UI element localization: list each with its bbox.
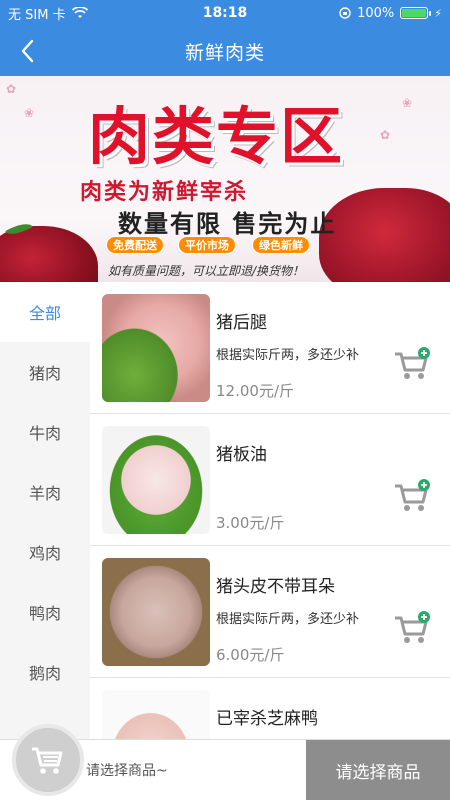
- sidebar-item-all[interactable]: 全部: [0, 282, 90, 342]
- petal-decoration-icon: ✿: [380, 128, 391, 142]
- bottom-bar: 请选择商品~ 请选择商品: [0, 724, 450, 800]
- banner-line2: 数量有限 售完为止: [118, 210, 337, 238]
- promo-banner[interactable]: ✿ ❀ ❀ ✿ 肉类专区 肉类为新鲜宰杀 数量有限 售完为止 免费配送 平价市场…: [0, 76, 450, 282]
- banner-tag: 免费配送: [106, 236, 164, 254]
- product-list[interactable]: 猪后腿 根据实际斤两，多还少补 12.00元/斤 猪板油 3.00元/斤 猪头皮…: [90, 282, 450, 739]
- banner-tag: 平价市场: [178, 236, 236, 254]
- app-root: 无 SIM 卡 18:18 100% ⚡ 新鲜肉类 ✿ ❀ ❀ ✿ 肉类专区 肉…: [0, 0, 450, 800]
- product-item[interactable]: 猪头皮不带耳朵 根据实际斤两，多还少补 6.00元/斤: [90, 546, 450, 678]
- category-sidebar: 全部 猪肉 牛肉 羊肉 鸡肉 鸭肉 鹅肉: [0, 282, 90, 739]
- add-to-cart-button[interactable]: [392, 478, 432, 514]
- back-arrow-icon: [21, 39, 34, 63]
- product-item[interactable]: 猪后腿 根据实际斤两，多还少补 12.00元/斤: [90, 282, 450, 414]
- wifi-icon: [71, 7, 88, 18]
- status-left: 无 SIM 卡: [8, 4, 168, 23]
- petal-decoration-icon: ❀: [402, 96, 413, 110]
- add-to-cart-icon: [395, 347, 430, 379]
- page-title: 新鲜肉类: [184, 41, 265, 64]
- sidebar-item-beef[interactable]: 牛肉: [0, 402, 90, 462]
- meat-image-right: [319, 188, 450, 282]
- add-to-cart-button[interactable]: [392, 346, 432, 382]
- product-item[interactable]: 猪板油 3.00元/斤: [90, 414, 450, 546]
- product-item[interactable]: 已宰杀芝麻鸭: [90, 678, 450, 739]
- battery-icon: [400, 7, 432, 19]
- banner-line1: 肉类为新鲜宰杀: [80, 180, 249, 205]
- add-to-cart-icon: [395, 611, 430, 643]
- sidebar-item-goose[interactable]: 鹅肉: [0, 642, 90, 702]
- sidebar-item-mutton[interactable]: 羊肉: [0, 462, 90, 522]
- nav-bar: 新鲜肉类: [0, 26, 450, 76]
- flower-decoration-icon: ✿: [6, 82, 17, 96]
- battery-percent: 100%: [357, 5, 395, 21]
- carrier-label: 无 SIM 卡: [8, 7, 66, 23]
- status-bar: 无 SIM 卡 18:18 100% ⚡: [0, 0, 450, 26]
- product-name: 已宰杀芝麻鸭: [216, 709, 318, 729]
- banner-note: 如有质量问题，可以立即退/换货物！: [108, 264, 305, 278]
- checkout-button[interactable]: 请选择商品: [306, 740, 450, 800]
- product-price: 3.00元/斤: [216, 514, 285, 532]
- orientation-lock-icon: [339, 7, 351, 19]
- banner-title: 肉类专区: [88, 100, 345, 173]
- product-name: 猪头皮不带耳朵: [216, 577, 335, 597]
- charging-icon: ⚡: [434, 6, 442, 20]
- product-image: [102, 558, 210, 666]
- product-desc: 根据实际斤两，多还少补: [216, 612, 360, 627]
- product-name: 猪后腿: [216, 313, 267, 333]
- product-price: 12.00元/斤: [216, 382, 294, 400]
- add-to-cart-icon: [395, 479, 430, 511]
- meat-image-left: [0, 226, 98, 282]
- product-price: 6.00元/斤: [216, 646, 285, 664]
- sidebar-item-duck[interactable]: 鸭肉: [0, 582, 90, 642]
- shopping-cart-icon: [32, 747, 63, 774]
- sidebar-item-pork[interactable]: 猪肉: [0, 342, 90, 402]
- product-name: 猪板油: [216, 445, 267, 465]
- flower-decoration-icon: ❀: [24, 106, 35, 120]
- add-to-cart-button[interactable]: [392, 610, 432, 646]
- banner-tag: 绿色新鲜: [252, 236, 310, 254]
- status-time: 18:18: [202, 5, 248, 21]
- sidebar-item-chicken[interactable]: 鸡肉: [0, 522, 90, 582]
- product-image: [102, 294, 210, 402]
- product-image: [102, 426, 210, 534]
- product-image: [102, 690, 210, 739]
- status-right: 100% ⚡: [282, 6, 442, 21]
- back-button[interactable]: [14, 36, 44, 66]
- cart-button[interactable]: [12, 724, 84, 796]
- cart-hint: 请选择商品~: [86, 763, 168, 779]
- product-desc: 根据实际斤两，多还少补: [216, 348, 360, 363]
